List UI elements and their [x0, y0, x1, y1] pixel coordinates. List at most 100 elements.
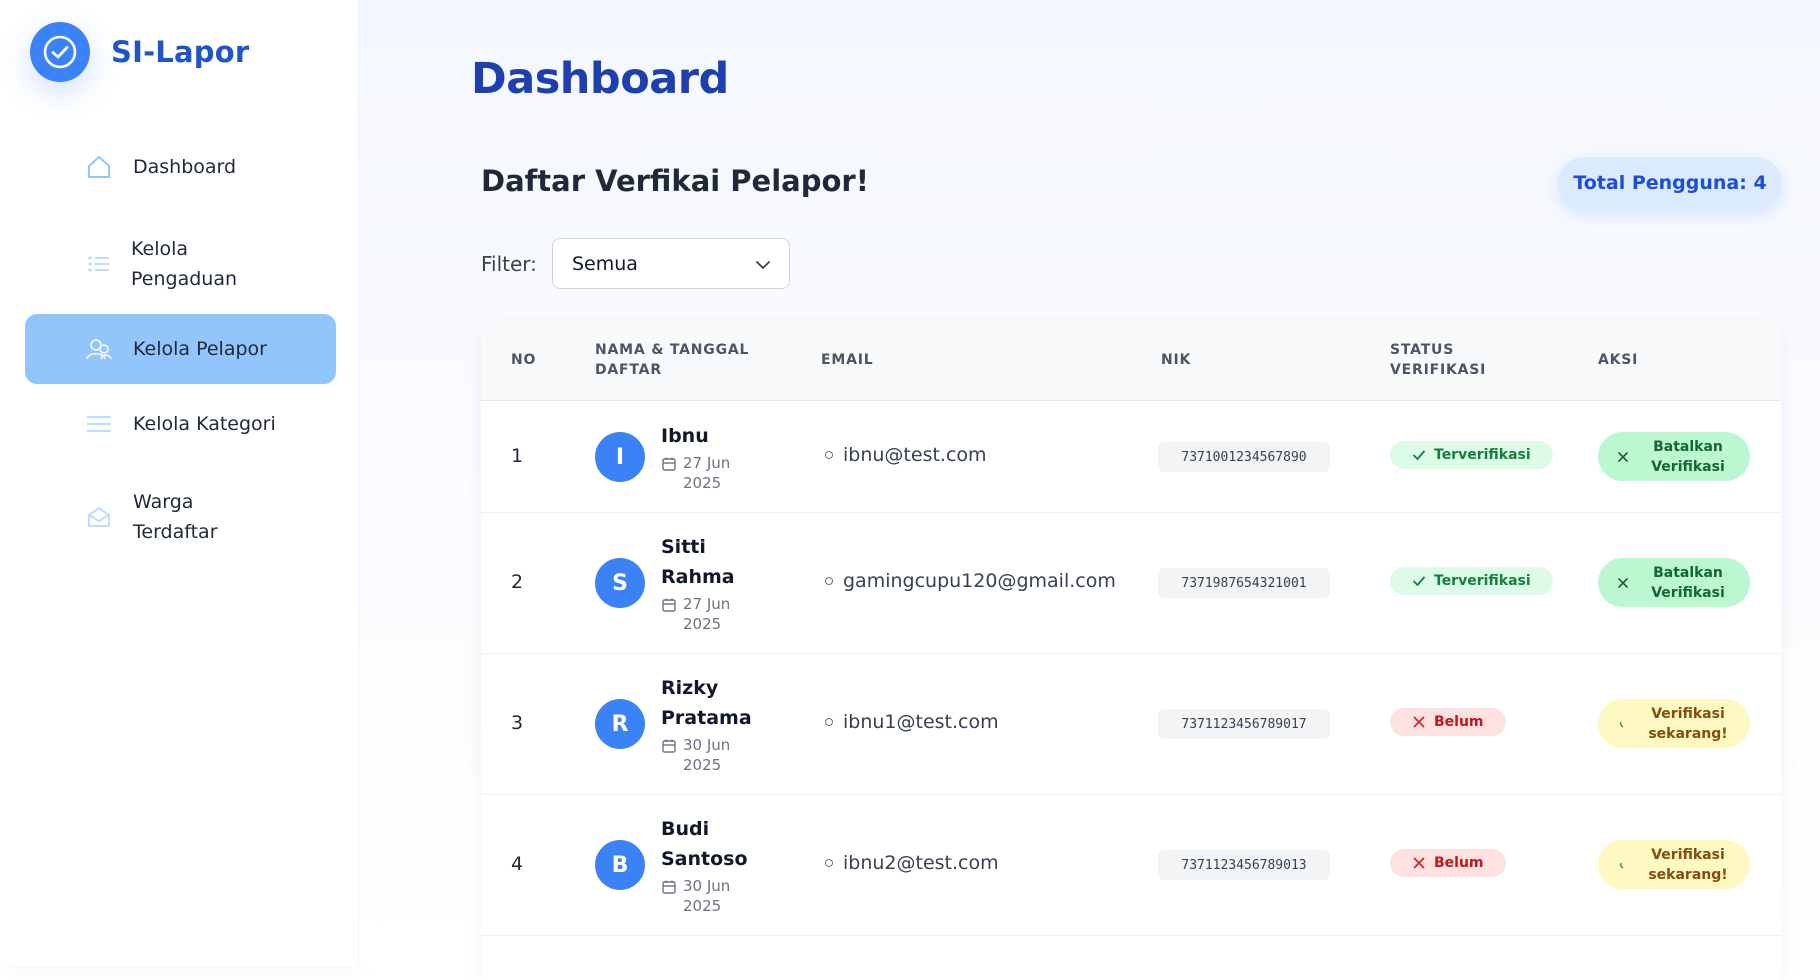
sidebar-item-label: Kelola Kategori	[133, 413, 276, 435]
row-number: 1	[511, 445, 524, 467]
sidebar-item-label: Warga Terdaftar	[133, 491, 218, 543]
close-icon	[1610, 577, 1636, 589]
cancel-verification-button[interactable]: Batalkan Verifikasi	[1598, 432, 1750, 481]
row-number: 4	[511, 853, 524, 875]
action-label: Batalkan Verifikasi	[1651, 438, 1725, 475]
home-icon	[85, 153, 113, 181]
calendar-icon	[661, 879, 677, 895]
sidebar-item-kelola-pelapor[interactable]: Kelola Pelapor	[25, 314, 336, 384]
column-header-status: STATUS VERIFIKASI	[1390, 342, 1487, 378]
table-row: 4 B Budi Santoso 30 Jun 2025 ibnu2@test.…	[481, 794, 1781, 936]
status-text: Belum	[1434, 714, 1484, 730]
sidebar-item-dashboard[interactable]: Dashboard	[25, 142, 336, 192]
filter-select[interactable]: Semua	[552, 238, 790, 289]
column-header-no: NO	[511, 352, 537, 368]
section-title: Daftar Verfikai Pelapor!	[481, 164, 869, 198]
calendar-icon	[661, 597, 677, 613]
status-text: Terverifikasi	[1434, 573, 1531, 589]
sidebar-item-label: Dashboard	[133, 156, 237, 178]
registration-date: 27 Jun 2025	[661, 594, 730, 634]
x-icon	[1413, 716, 1425, 728]
avatar: R	[595, 699, 645, 749]
row-number: 3	[511, 712, 524, 734]
action-label: Verifikasi sekarang!	[1648, 846, 1728, 883]
reporters-table: NO NAMA & TANGGAL DAFTAR EMAIL NIK STATU…	[481, 320, 1781, 980]
email-cell: gamingcupu120@gmail.com	[825, 570, 1116, 592]
email-cell: ibnu1@test.com	[825, 711, 999, 733]
email-text: gamingcupu120@gmail.com	[843, 570, 1116, 592]
sidebar-item-warga-terdaftar[interactable]: Warga Terdaftar	[25, 481, 336, 553]
sidebar-nav: Dashboard Kelola Pengaduan Kelola Pelapo…	[25, 142, 336, 553]
cancel-verification-button[interactable]: Batalkan Verifikasi	[1598, 558, 1750, 607]
registration-date: 30 Jun 2025	[661, 876, 730, 916]
email-text: ibnu2@test.com	[843, 852, 999, 874]
avatar: S	[595, 558, 645, 608]
status-badge: Belum	[1390, 849, 1506, 877]
check-circle-icon	[30, 22, 90, 82]
brand[interactable]: SI-Lapor	[30, 22, 249, 82]
sidebar: SI-Lapor Dashboard Kelola Pengaduan Kelo…	[0, 0, 359, 966]
email-text: ibnu@test.com	[843, 444, 987, 466]
email-cell: ibnu2@test.com	[825, 852, 999, 874]
email-cell: ibnu@test.com	[825, 444, 987, 466]
app-name: SI-Lapor	[111, 35, 250, 69]
main-content: Dashboard Daftar Verfikai Pelapor! Total…	[359, 0, 1820, 980]
sidebar-item-kelola-kategori[interactable]: Kelola Kategori	[25, 399, 336, 449]
date-text: 30 Jun 2025	[683, 736, 731, 774]
avatar: B	[595, 840, 645, 890]
date-text: 30 Jun 2025	[683, 877, 731, 915]
verify-now-button[interactable]: Verifikasi sekarang!	[1598, 699, 1750, 748]
nik-badge: 7371987654321001	[1158, 568, 1330, 598]
row-number: 2	[511, 571, 524, 593]
total-users-badge: Total Pengguna: 4	[1558, 157, 1782, 209]
action-label: Verifikasi sekarang!	[1648, 705, 1728, 742]
table-row: 3 R Rizky Pratama 30 Jun 2025 ibnu1@test…	[481, 653, 1781, 795]
filter-selected-value: Semua	[572, 252, 638, 275]
email-dot-icon	[825, 859, 833, 867]
spinner-icon	[1610, 860, 1636, 870]
action-label: Batalkan Verifikasi	[1651, 564, 1725, 601]
email-dot-icon	[825, 577, 833, 585]
list-icon	[85, 250, 113, 278]
status-text: Belum	[1434, 855, 1484, 871]
calendar-icon	[661, 738, 677, 754]
chevron-down-icon	[755, 256, 771, 278]
users-icon	[85, 335, 113, 363]
column-header-name: NAMA & TANGGAL DAFTAR	[595, 342, 750, 378]
table-row: 1 I Ibnu 27 Jun 2025 ibnu@test.com 73710…	[481, 401, 1781, 513]
check-icon	[1413, 576, 1425, 586]
status-badge: Belum	[1390, 708, 1506, 736]
sidebar-item-label: Kelola Pengaduan	[131, 238, 238, 290]
date-text: 27 Jun 2025	[683, 454, 731, 492]
x-icon	[1413, 857, 1425, 869]
check-icon	[1413, 450, 1425, 460]
email-dot-icon	[825, 718, 833, 726]
status-text: Terverifikasi	[1434, 447, 1531, 463]
status-badge: Terverifikasi	[1390, 441, 1553, 469]
column-header-nik: NIK	[1161, 352, 1192, 368]
avatar: I	[595, 432, 645, 482]
page-title: Dashboard	[471, 54, 729, 104]
verify-now-button[interactable]: Verifikasi sekarang!	[1598, 840, 1750, 889]
status-badge: Terverifikasi	[1390, 567, 1553, 595]
user-name: Rizky Pratama	[661, 677, 752, 729]
nik-badge: 7371123456789013	[1158, 850, 1330, 880]
table-header: NO NAMA & TANGGAL DAFTAR EMAIL NIK STATU…	[481, 320, 1781, 401]
email-text: ibnu1@test.com	[843, 711, 999, 733]
user-name: Ibnu	[661, 425, 709, 447]
nik-badge: 7371001234567890	[1158, 442, 1330, 472]
sidebar-item-label: Kelola Pelapor	[133, 338, 267, 360]
calendar-icon	[661, 456, 677, 472]
mail-open-icon	[85, 503, 113, 531]
sidebar-item-kelola-pengaduan[interactable]: Kelola Pengaduan	[25, 228, 336, 300]
date-text: 27 Jun 2025	[683, 595, 731, 633]
registration-date: 27 Jun 2025	[661, 453, 730, 493]
user-name: Budi Santoso	[661, 818, 748, 870]
menu-icon	[85, 410, 113, 438]
filter-label: Filter:	[481, 252, 537, 276]
email-dot-icon	[825, 451, 833, 459]
spinner-icon	[1610, 719, 1636, 729]
column-header-email: EMAIL	[821, 352, 874, 368]
nik-badge: 7371123456789017	[1158, 709, 1330, 739]
user-name: Sitti Rahma	[661, 536, 735, 588]
